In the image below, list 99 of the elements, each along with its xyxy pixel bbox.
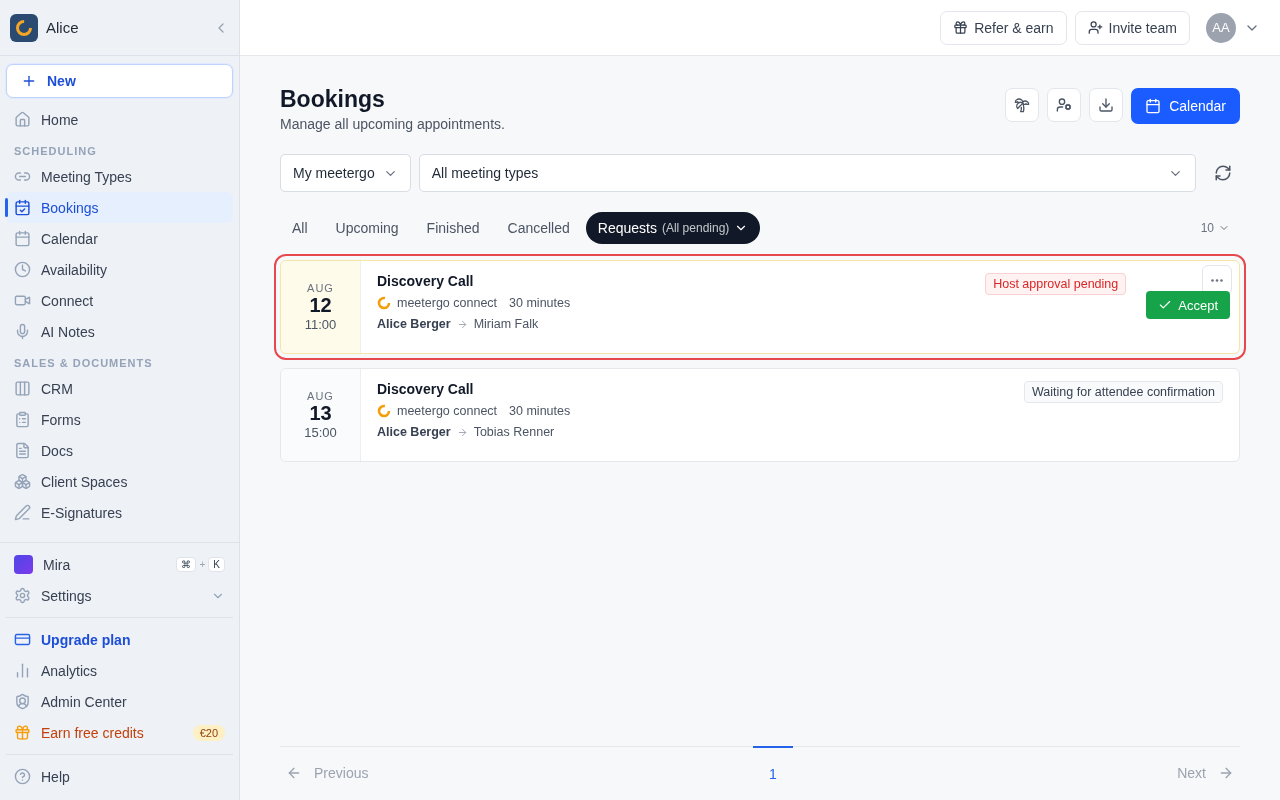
help-icon	[14, 768, 31, 785]
nav-icon	[14, 199, 31, 216]
invite-button[interactable]: Invite team	[1074, 10, 1190, 45]
sidebar-item[interactable]: Meeting Types	[6, 161, 233, 192]
sidebar-item[interactable]: Client Spaces	[6, 466, 233, 497]
nav-icon	[14, 111, 31, 128]
nav-icon	[14, 693, 31, 710]
booking-day: 12	[309, 294, 332, 317]
booking-title: Discovery Call	[377, 273, 475, 289]
page-size-select[interactable]: 10	[1200, 221, 1230, 235]
sidebar-item[interactable]: Analytics	[6, 655, 233, 686]
booking-host: Alice Berger	[377, 425, 451, 439]
page-title: Bookings	[280, 86, 386, 113]
sidebar-item[interactable]: CRM	[6, 373, 233, 404]
arrow-icon	[456, 426, 468, 438]
booking-location: meetergo connect	[397, 296, 498, 310]
nav-icon	[14, 230, 31, 247]
meetergo-logo-icon	[377, 404, 391, 418]
booking-attendee: Tobias Renner	[473, 425, 555, 439]
meetergo-logo-icon	[377, 296, 391, 310]
assistant-item[interactable]: Mira ⌘ + K	[6, 549, 233, 580]
assistant-icon	[14, 555, 33, 574]
booking-attendee: Miriam Falk	[473, 317, 539, 331]
sidebar-item[interactable]: Connect	[6, 285, 233, 316]
booking-time: 11:00	[304, 317, 337, 332]
shortcut-key: K	[208, 557, 225, 572]
refresh-icon[interactable]	[1214, 164, 1232, 182]
shortcut-plus: +	[199, 559, 206, 570]
nav-icon	[14, 662, 31, 679]
credit-badge: €20	[192, 724, 225, 741]
filter-tab[interactable]: Requests (All pending)	[585, 212, 761, 244]
plus-icon	[21, 73, 37, 89]
nav-icon	[14, 724, 31, 741]
status-badge: Host approval pending	[985, 273, 1127, 295]
user-plus-icon	[1087, 20, 1103, 35]
page-number[interactable]: 1	[752, 746, 793, 782]
meeting-type-select[interactable]: All meeting types	[418, 154, 1196, 192]
booking-title: Discovery Call	[377, 381, 475, 397]
nav-icon	[14, 473, 31, 490]
settings-icon	[14, 587, 31, 604]
booking-month: AUG	[307, 390, 334, 402]
more-icon	[1211, 278, 1223, 282]
sidebar-item[interactable]: Help	[6, 761, 233, 792]
sidebar-item[interactable]: Earn free credits €20	[6, 717, 233, 748]
workspace-name: Alice	[46, 19, 80, 36]
section-heading: SALES & DOCUMENTS	[13, 356, 154, 371]
gift-icon	[953, 20, 969, 35]
sidebar-item[interactable]: Forms	[6, 404, 233, 435]
sidebar-item[interactable]: Bookings	[6, 192, 233, 223]
settings-item[interactable]: Settings	[6, 580, 233, 611]
calendar-button[interactable]: Calendar	[1131, 88, 1240, 124]
nav-icon	[14, 411, 31, 428]
booking-location: meetergo connect	[397, 404, 498, 418]
user-settings-button[interactable]	[1047, 88, 1082, 122]
filter-tab[interactable]: Upcoming	[323, 212, 411, 244]
sidebar-item[interactable]: Availability	[6, 254, 233, 285]
sidebar-item[interactable]: E-Signatures	[6, 497, 233, 528]
sidebar-item[interactable]: Calendar	[6, 223, 233, 254]
sidebar-item[interactable]: AI Notes	[6, 316, 233, 347]
arrow-right-icon	[1218, 765, 1234, 781]
nav-icon	[14, 631, 31, 648]
assistant-label: Mira	[43, 556, 72, 573]
nav-icon	[14, 261, 31, 278]
sidebar-item[interactable]: Docs	[6, 435, 233, 466]
booking-host: Alice Berger	[377, 317, 451, 331]
filter-tab[interactable]: Finished	[414, 212, 492, 244]
sidebar-item[interactable]: Home	[6, 104, 233, 135]
settings-label: Settings	[41, 587, 93, 604]
booking-month: AUG	[307, 282, 334, 294]
nav-icon	[14, 380, 31, 397]
booking-duration: 30 minutes	[509, 296, 571, 310]
shortcut-key: ⌘	[176, 557, 197, 572]
page-subtitle: Manage all upcoming appointments.	[280, 116, 505, 132]
owner-select[interactable]: My meetergo	[280, 154, 411, 192]
nav-icon	[14, 323, 31, 340]
booking-duration: 30 minutes	[509, 404, 571, 418]
download-icon	[1098, 97, 1115, 113]
sidebar-item[interactable]: Upgrade plan	[6, 624, 233, 655]
refer-button[interactable]: Refer & earn	[940, 10, 1067, 45]
check-icon	[1158, 298, 1173, 312]
filter-tab[interactable]: Cancelled	[495, 212, 582, 244]
nav-icon	[14, 504, 31, 521]
download-button[interactable]	[1089, 88, 1124, 122]
arrow-icon	[456, 318, 468, 330]
booking-time: 15:00	[304, 425, 337, 440]
booking-day: 13	[309, 402, 332, 425]
palm-tree-button[interactable]	[1005, 88, 1040, 122]
sidebar-item[interactable]: Admin Center	[6, 686, 233, 717]
user-gear-icon	[1056, 97, 1073, 113]
new-button[interactable]: New	[6, 64, 233, 98]
status-badge: Waiting for attendee confirmation	[1024, 381, 1223, 403]
nav-icon	[14, 442, 31, 459]
booking-card[interactable]: AUG 13 15:00 Discovery Call meetergo connect 30 minutes Alice Berger Tobias Renner Waiting for attendee confirmation	[280, 368, 1240, 462]
calendar-icon	[1145, 98, 1162, 114]
filter-tab[interactable]: All	[280, 212, 320, 244]
workspace-logo	[10, 13, 38, 42]
arrow-left-icon	[286, 765, 302, 781]
palm-tree-icon	[1014, 97, 1031, 113]
section-heading: SCHEDULING	[13, 144, 98, 159]
